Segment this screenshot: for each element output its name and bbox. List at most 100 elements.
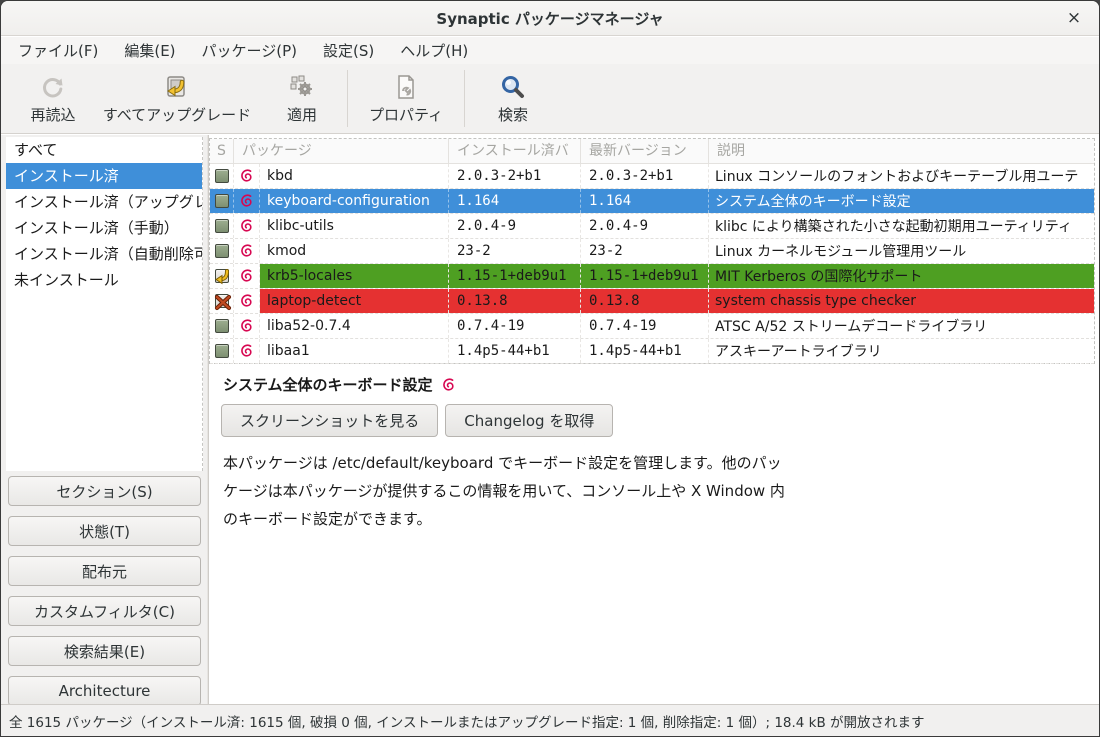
filter-installed-autoremovable[interactable]: インストール済（自動削除可 — [6, 241, 202, 267]
search-results-button[interactable]: 検索結果(E) — [8, 636, 201, 666]
installed-version: 1.15-1+deb9u1 — [449, 264, 581, 288]
package-description: システム全体のキーボード設定 — [709, 189, 1094, 213]
package-description: system chassis type checker — [709, 289, 1094, 313]
status-installed-icon — [210, 214, 234, 238]
installed-version: 0.13.8 — [449, 289, 581, 313]
latest-version: 0.7.4-19 — [581, 314, 709, 338]
col-header-package[interactable]: パッケージ — [234, 139, 449, 163]
upgrade-all-button[interactable]: すべてアップグレード — [97, 64, 257, 133]
close-icon[interactable]: × — [1063, 7, 1085, 29]
table-row-marked-removal[interactable]: laptop-detect 0.13.8 0.13.8 system chass… — [210, 289, 1094, 314]
latest-version: 23-2 — [581, 239, 709, 263]
latest-version: 2.0.4-9 — [581, 214, 709, 238]
table-row[interactable]: kmod 23-2 23-2 Linux カーネルモジュール管理用ツール — [210, 239, 1094, 264]
titlebar[interactable]: Synaptic パッケージマネージャ × — [1, 1, 1099, 36]
latest-version: 0.13.8 — [581, 289, 709, 313]
package-name: laptop-detect — [260, 289, 449, 313]
origin-button[interactable]: 配布元 — [8, 556, 201, 586]
sections-button[interactable]: セクション(S) — [8, 476, 201, 506]
filter-installed[interactable]: インストール済 — [6, 163, 202, 189]
latest-version: 1.164 — [581, 189, 709, 213]
latest-version: 2.0.3-2+b1 — [581, 164, 709, 188]
details-title: システム全体のキーボード設定 — [223, 374, 433, 395]
table-header: S パッケージ インストール済バ 最新バージョン 説明 — [210, 139, 1094, 164]
status-installed-icon — [210, 189, 234, 213]
debian-swirl-icon — [234, 339, 260, 363]
details-pane: システム全体のキーボード設定 スクリーンショットを見る Changelog を取… — [209, 364, 1099, 706]
description-line: のキーボード設定ができます。 — [223, 505, 1099, 533]
debian-swirl-icon — [234, 164, 260, 188]
status-removal-icon — [210, 289, 234, 313]
status-installed-icon — [210, 314, 234, 338]
package-name: libaa1 — [260, 339, 449, 363]
table-row[interactable]: liba52-0.7.4 0.7.4-19 0.7.4-19 ATSC A/52… — [210, 314, 1094, 339]
reload-button[interactable]: 再読込 — [9, 64, 97, 133]
architecture-button[interactable]: Architecture — [8, 676, 201, 706]
table-row-selected[interactable]: keyboard-configuration 1.164 1.164 システム全… — [210, 189, 1094, 214]
table-row-marked-upgrade[interactable]: krb5-locales 1.15-1+deb9u1 1.15-1+deb9u1… — [210, 264, 1094, 289]
table-row[interactable]: libaa1 1.4p5-44+b1 1.4p5-44+b1 アスキーアートライ… — [210, 339, 1094, 364]
toolbar: 再読込 すべてアップグレード — [1, 64, 1099, 134]
apply-icon — [289, 72, 315, 102]
search-label: 検索 — [498, 104, 528, 125]
installed-version: 2.0.3-2+b1 — [449, 164, 581, 188]
filter-installed-upgradable[interactable]: インストール済（アップグレ — [6, 189, 202, 215]
menubar: ファイル(F) 編集(E) パッケージ(P) 設定(S) ヘルプ(H) — [1, 37, 1099, 64]
installed-version: 2.0.4-9 — [449, 214, 581, 238]
package-name: klibc-utils — [260, 214, 449, 238]
reload-icon — [40, 72, 66, 102]
status-installed-icon — [210, 164, 234, 188]
package-description: MIT Kerberos の国際化サポート — [709, 264, 1094, 288]
description-line: ケージは本パッケージが提供するこの情報を用いて、コンソール上や X Window… — [223, 477, 1099, 505]
filter-installed-manual[interactable]: インストール済（手動） — [6, 215, 202, 241]
properties-icon — [393, 72, 419, 102]
table-row[interactable]: klibc-utils 2.0.4-9 2.0.4-9 klibc により構築さ… — [210, 214, 1094, 239]
debian-swirl-icon — [234, 264, 260, 288]
debian-swirl-icon — [234, 189, 260, 213]
reload-label: 再読込 — [30, 104, 75, 125]
col-header-installed-version[interactable]: インストール済バ — [449, 139, 581, 163]
menu-file[interactable]: ファイル(F) — [5, 37, 111, 64]
installed-version: 1.4p5-44+b1 — [449, 339, 581, 363]
status-button[interactable]: 状態(T) — [8, 516, 201, 546]
menu-package[interactable]: パッケージ(P) — [189, 37, 310, 64]
menu-edit[interactable]: 編集(E) — [111, 37, 188, 64]
col-header-latest-version[interactable]: 最新バージョン — [581, 139, 709, 163]
table-row[interactable]: kbd 2.0.3-2+b1 2.0.3-2+b1 Linux コンソールのフォ… — [210, 164, 1094, 189]
menu-settings[interactable]: 設定(S) — [310, 37, 387, 64]
col-header-description[interactable]: 説明 — [709, 139, 1094, 163]
filter-list: すべて インストール済 インストール済（アップグレ インストール済（手動） イン… — [6, 137, 203, 471]
package-description: アスキーアートライブラリ — [709, 339, 1094, 363]
window-title: Synaptic パッケージマネージャ — [1, 8, 1099, 29]
debian-swirl-icon — [234, 314, 260, 338]
status-installed-icon — [210, 239, 234, 263]
description-line: 本パッケージは /etc/default/keyboard でキーボード設定を管… — [223, 449, 1099, 477]
search-icon — [500, 72, 526, 102]
filter-all[interactable]: すべて — [6, 137, 202, 163]
package-description: Linux コンソールのフォントおよびキーテーブル用ユーテ — [709, 164, 1094, 188]
package-table: S パッケージ インストール済バ 最新バージョン 説明 kbd 2.0.3-2+… — [209, 138, 1095, 364]
statusbar: 全 1615 パッケージ（インストール済: 1615 個, 破損 0 個, イン… — [1, 704, 1099, 736]
menu-help[interactable]: ヘルプ(H) — [387, 37, 481, 64]
debian-swirl-icon — [234, 239, 260, 263]
package-name: kbd — [260, 164, 449, 188]
package-name: keyboard-configuration — [260, 189, 449, 213]
package-description: klibc により構築された小さな起動初期用ユーティリティ — [709, 214, 1094, 238]
debian-swirl-icon — [234, 289, 260, 313]
properties-button[interactable]: プロパティ — [348, 64, 464, 133]
statusbar-text: 全 1615 パッケージ（インストール済: 1615 個, 破損 0 個, イン… — [9, 711, 925, 731]
search-button[interactable]: 検索 — [465, 64, 561, 133]
debian-swirl-icon — [441, 377, 457, 393]
debian-swirl-icon — [234, 214, 260, 238]
apply-button[interactable]: 適用 — [257, 64, 347, 133]
status-installed-icon — [210, 339, 234, 363]
package-name: kmod — [260, 239, 449, 263]
col-header-status[interactable]: S — [210, 139, 234, 163]
get-screenshot-button[interactable]: スクリーンショットを見る — [221, 404, 438, 437]
filter-not-installed[interactable]: 未インストール — [6, 267, 202, 293]
latest-version: 1.4p5-44+b1 — [581, 339, 709, 363]
get-changelog-button[interactable]: Changelog を取得 — [445, 404, 613, 437]
installed-version: 23-2 — [449, 239, 581, 263]
upgrade-all-label: すべてアップグレード — [103, 104, 251, 125]
custom-filters-button[interactable]: カスタムフィルタ(C) — [8, 596, 201, 626]
